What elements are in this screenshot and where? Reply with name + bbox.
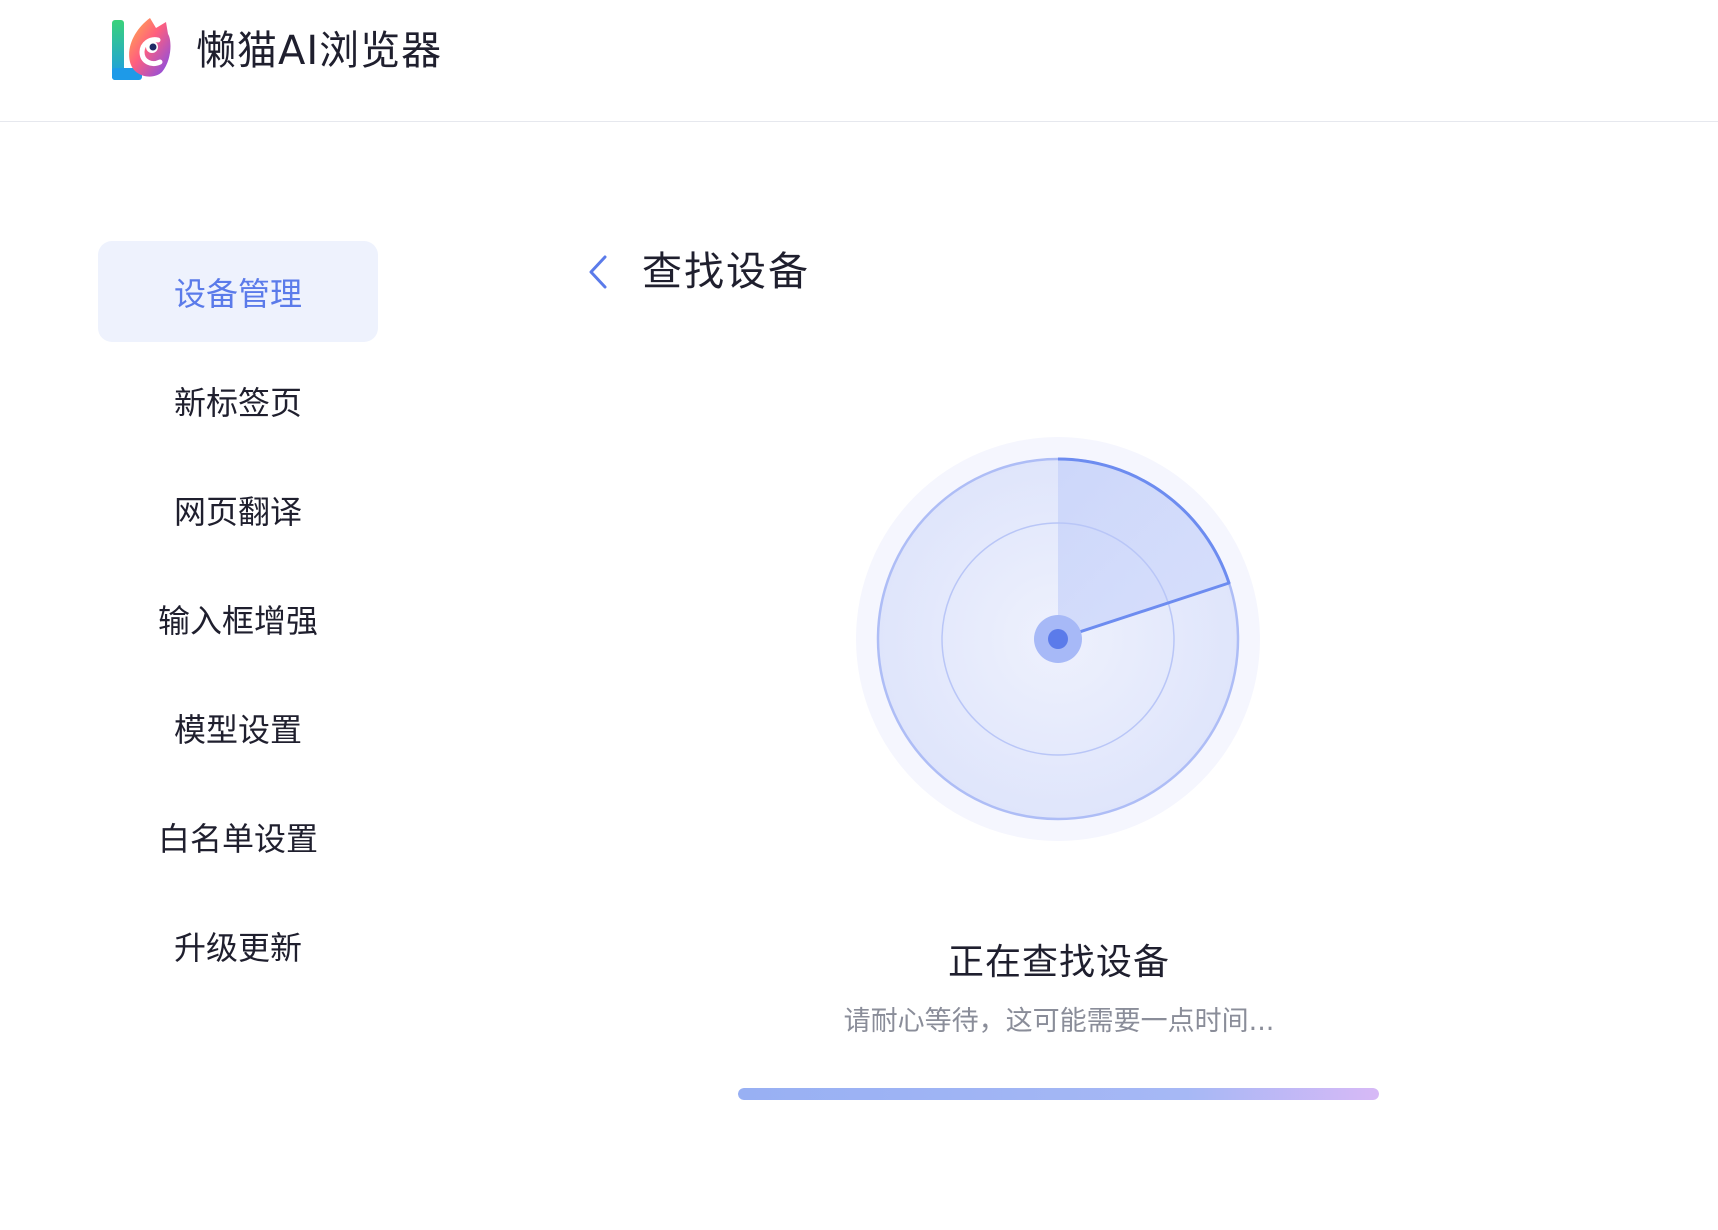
sidebar-item-web-translate[interactable]: 网页翻译 xyxy=(98,459,378,560)
lazycat-logo-icon xyxy=(112,18,171,80)
page-title: 查找设备 xyxy=(642,249,810,295)
progress-bar xyxy=(738,1088,1379,1100)
sidebar-item-model-settings[interactable]: 模型设置 xyxy=(98,677,378,778)
sidebar-item-input-enhance[interactable]: 输入框增强 xyxy=(98,568,378,669)
app-header: 懒猫AI浏览器 xyxy=(0,0,1718,122)
sidebar-item-new-tab[interactable]: 新标签页 xyxy=(98,350,378,451)
settings-sidebar: 设备管理 新标签页 网页翻译 输入框增强 模型设置 白名单设置 升级更新 xyxy=(98,241,378,1004)
sidebar-item-whitelist[interactable]: 白名单设置 xyxy=(98,786,378,887)
back-button[interactable] xyxy=(580,250,616,294)
chevron-left-icon xyxy=(589,255,607,289)
status-hint: 请耐心等待，这可能需要一点时间... xyxy=(843,1006,1275,1037)
radar-scan-icon xyxy=(856,437,1260,841)
progress-fill xyxy=(738,1088,1379,1100)
sidebar-item-device-management[interactable]: 设备管理 xyxy=(98,241,378,342)
app-title: 懒猫AI浏览器 xyxy=(196,28,443,74)
status-title: 正在查找设备 xyxy=(947,942,1170,983)
sidebar-item-upgrade[interactable]: 升级更新 xyxy=(98,895,378,996)
